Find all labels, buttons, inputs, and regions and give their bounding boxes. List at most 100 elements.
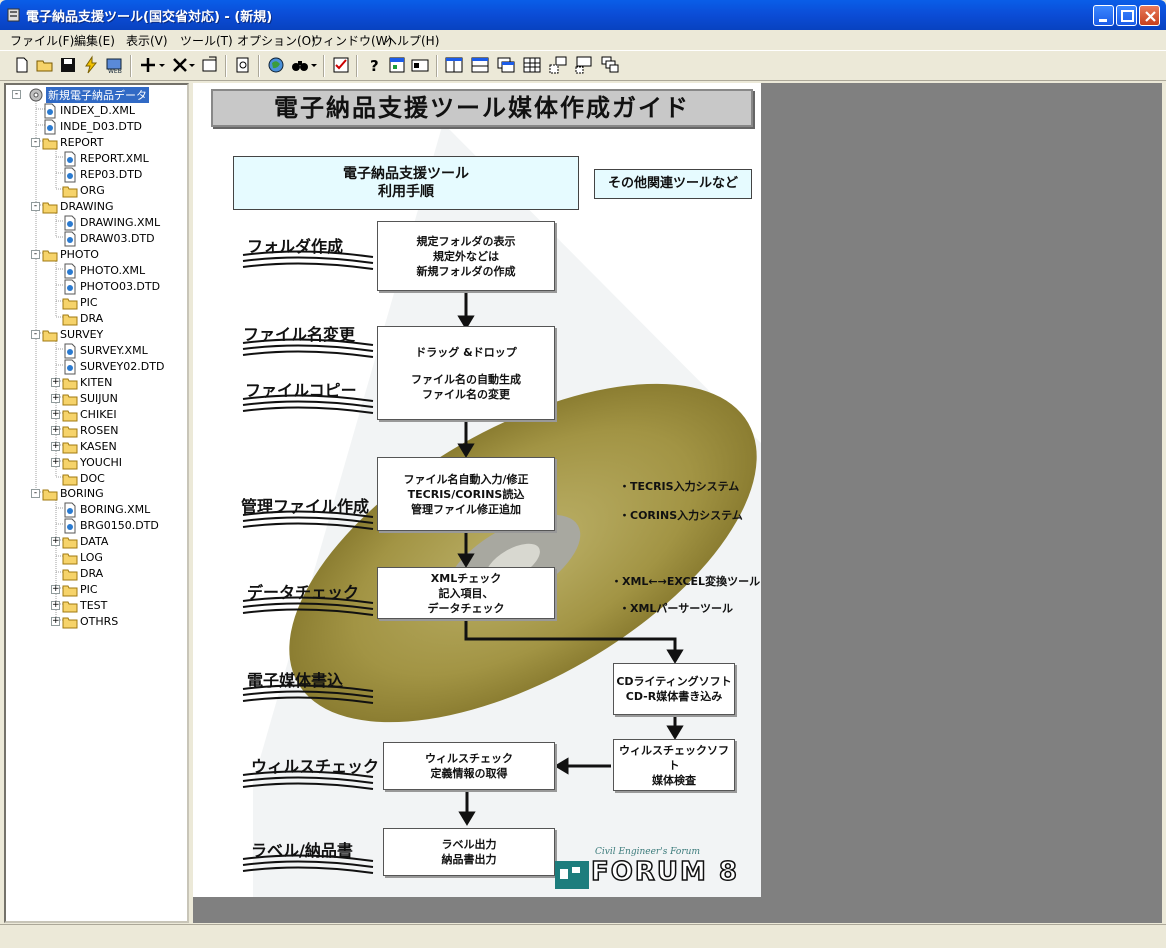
window-icon[interactable] bbox=[387, 55, 407, 75]
grid-view-icon[interactable] bbox=[522, 55, 542, 75]
expand-icon[interactable]: + bbox=[51, 378, 60, 387]
tree-folder[interactable]: + ROSEN bbox=[6, 423, 186, 439]
add-icon[interactable] bbox=[138, 55, 158, 75]
tree-file[interactable]: DRAW03.DTD bbox=[6, 231, 186, 247]
expand-icon[interactable]: + bbox=[51, 537, 60, 546]
tree-file[interactable]: BORING.XML bbox=[6, 502, 186, 518]
globe-icon[interactable] bbox=[266, 55, 286, 75]
folder-icon bbox=[62, 617, 78, 629]
tree-root[interactable]: - 新規電子納品データ bbox=[10, 87, 187, 103]
folder-icon bbox=[42, 489, 58, 501]
menu-options[interactable]: オプション(O) bbox=[237, 32, 316, 49]
tree-folder[interactable]: + PIC bbox=[6, 582, 186, 598]
xml-file-icon bbox=[64, 263, 76, 279]
tree-folder[interactable]: + DATA bbox=[6, 534, 186, 550]
card-icon[interactable] bbox=[410, 55, 430, 75]
tree-folder[interactable]: - DRAWING bbox=[6, 199, 186, 215]
checklist-icon[interactable] bbox=[331, 55, 351, 75]
lightning-icon[interactable] bbox=[81, 55, 101, 75]
tree-file[interactable]: PHOTO03.DTD bbox=[6, 279, 186, 295]
tree-folder[interactable]: + SUIJUN bbox=[6, 391, 186, 407]
tree-folder[interactable]: + YOUCHI bbox=[6, 455, 186, 471]
menu-tools[interactable]: ツール(T) bbox=[180, 32, 233, 49]
menu-view[interactable]: 表示(V) bbox=[126, 32, 168, 49]
tree-folder[interactable]: + KITEN bbox=[6, 375, 186, 391]
folder-icon bbox=[42, 202, 58, 214]
collapse-icon[interactable]: - bbox=[31, 330, 40, 339]
folder-icon bbox=[62, 569, 78, 581]
help-icon[interactable]: ? bbox=[364, 55, 384, 75]
tree-file[interactable]: PHOTO.XML bbox=[6, 263, 186, 279]
split-horizontal-icon[interactable] bbox=[470, 55, 490, 75]
tree-folder[interactable]: - SURVEY bbox=[6, 327, 186, 343]
arrange-icon[interactable] bbox=[548, 55, 568, 75]
menu-file[interactable]: ファイル(F) bbox=[10, 32, 74, 49]
tree-file[interactable]: REP03.DTD bbox=[6, 167, 186, 183]
split-vertical-icon[interactable] bbox=[444, 55, 464, 75]
tree-file[interactable]: SURVEY02.DTD bbox=[6, 359, 186, 375]
status-bar bbox=[0, 924, 1166, 948]
minimize-button[interactable] bbox=[1093, 5, 1114, 26]
web-export-icon[interactable]: WEB bbox=[104, 55, 124, 75]
tree-folder[interactable]: - REPORT bbox=[6, 135, 186, 151]
properties-icon[interactable] bbox=[200, 55, 220, 75]
folder-icon bbox=[42, 330, 58, 342]
folder-tree[interactable]: - 新規電子納品データ INDEX_D.XML INDE_D03.DTD - REPO… bbox=[4, 83, 189, 923]
tree-folder[interactable]: + TEST bbox=[6, 598, 186, 614]
expand-icon[interactable]: + bbox=[51, 458, 60, 467]
binoculars-icon[interactable] bbox=[290, 55, 310, 75]
tree-file[interactable]: SURVEY.XML bbox=[6, 343, 186, 359]
folder-icon bbox=[62, 410, 78, 422]
chevron-down-icon[interactable] bbox=[158, 55, 166, 75]
tree-folder[interactable]: DOC bbox=[6, 471, 186, 487]
print-preview-icon[interactable] bbox=[233, 55, 253, 75]
tree-file[interactable]: REPORT.XML bbox=[6, 151, 186, 167]
collapse-icon[interactable]: - bbox=[12, 90, 21, 99]
xml-file-icon bbox=[44, 103, 56, 119]
title-bar[interactable]: 電子納品支援ツール(国交省対応) - (新規) bbox=[0, 0, 1166, 30]
tree-file[interactable]: DRAWING.XML bbox=[6, 215, 186, 231]
maximize-button[interactable] bbox=[1116, 5, 1137, 26]
close-button[interactable] bbox=[1139, 5, 1160, 26]
collapse-icon[interactable]: - bbox=[31, 250, 40, 259]
folder-icon bbox=[62, 601, 78, 613]
expand-icon[interactable]: + bbox=[51, 585, 60, 594]
tree-folder[interactable]: PIC bbox=[6, 295, 186, 311]
tree-file[interactable]: INDEX_D.XML bbox=[6, 103, 186, 119]
tree-folder[interactable]: + CHIKEI bbox=[6, 407, 186, 423]
tree-folder[interactable]: - BORING bbox=[6, 486, 186, 502]
minimize-all-icon[interactable] bbox=[600, 55, 620, 75]
save-icon[interactable] bbox=[58, 55, 78, 75]
tree-folder[interactable]: LOG bbox=[6, 550, 186, 566]
tree-folder[interactable]: - PHOTO bbox=[6, 247, 186, 263]
collapse-icon[interactable]: - bbox=[31, 489, 40, 498]
tree-folder[interactable]: + KASEN bbox=[6, 439, 186, 455]
new-file-icon[interactable] bbox=[12, 55, 32, 75]
expand-icon[interactable]: + bbox=[51, 442, 60, 451]
chevron-down-icon[interactable] bbox=[310, 55, 318, 75]
tree-folder[interactable]: + OTHRS bbox=[6, 614, 186, 630]
expand-icon[interactable]: + bbox=[51, 394, 60, 403]
cascade-icon[interactable] bbox=[496, 55, 516, 75]
folder-icon bbox=[62, 186, 78, 198]
tree-folder[interactable]: DRA bbox=[6, 311, 186, 327]
tile-icon[interactable] bbox=[574, 55, 594, 75]
expand-icon[interactable]: + bbox=[51, 617, 60, 626]
collapse-icon[interactable]: - bbox=[31, 138, 40, 147]
folder-icon bbox=[42, 250, 58, 262]
menu-edit[interactable]: 編集(E) bbox=[74, 32, 115, 49]
tree-file[interactable]: BRG0150.DTD bbox=[6, 518, 186, 534]
delete-icon[interactable] bbox=[170, 55, 190, 75]
open-folder-icon[interactable] bbox=[35, 55, 55, 75]
expand-icon[interactable]: + bbox=[51, 601, 60, 610]
collapse-icon[interactable]: - bbox=[31, 202, 40, 211]
toolbar: WEB ? bbox=[0, 50, 1166, 81]
tree-folder[interactable]: ORG bbox=[6, 183, 186, 199]
tree-file[interactable]: INDE_D03.DTD bbox=[6, 119, 186, 135]
chevron-down-icon[interactable] bbox=[188, 55, 196, 75]
tree-folder[interactable]: DRA bbox=[6, 566, 186, 582]
expand-icon[interactable]: + bbox=[51, 410, 60, 419]
menu-window[interactable]: ウィンドウ(W) bbox=[311, 32, 392, 49]
expand-icon[interactable]: + bbox=[51, 426, 60, 435]
menu-help[interactable]: ヘルプ(H) bbox=[385, 32, 439, 49]
